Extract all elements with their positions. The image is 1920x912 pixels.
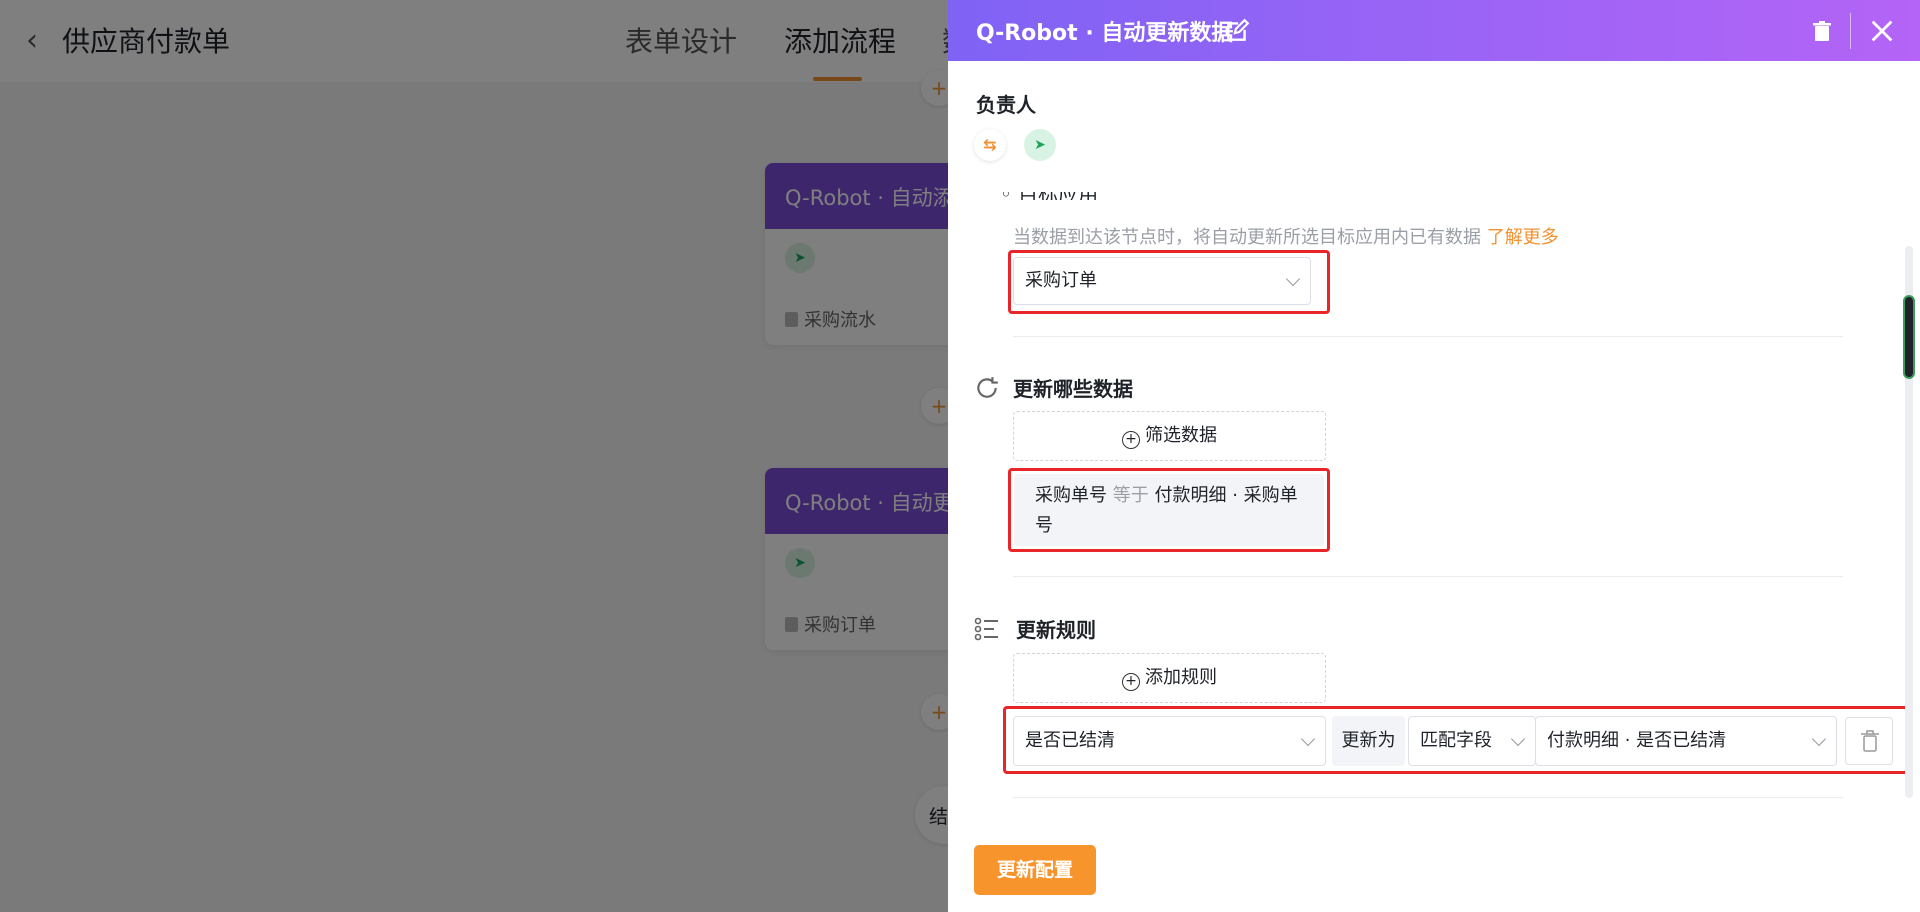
list-rules-icon bbox=[974, 617, 998, 641]
close-icon[interactable] bbox=[1868, 17, 1896, 45]
add-rule-button[interactable]: + 添加规则 bbox=[1013, 653, 1326, 703]
section-divider bbox=[1013, 797, 1843, 798]
filter-condition[interactable]: 采购单号 等于 付款明细 · 采购单号 bbox=[1014, 474, 1324, 546]
owner-label: 负责人 bbox=[976, 93, 1036, 117]
chevron-down-icon bbox=[1300, 731, 1316, 747]
rule-mode-select[interactable]: 匹配字段 bbox=[1408, 716, 1536, 766]
filter-operator: 等于 bbox=[1112, 485, 1149, 506]
clipped-section-title: ◦ 目标应用 bbox=[1000, 192, 1400, 200]
node-config-drawer: Q-Robot · 自动更新数据 负责人 ⇆ ➤ ◦ 目标应用 当数据到达该节点… bbox=[948, 0, 1920, 912]
chevron-down-icon bbox=[1285, 271, 1301, 287]
rule-source-value: 付款明细 · 是否已结清 bbox=[1547, 730, 1727, 751]
plus-circle-icon: + bbox=[1122, 431, 1140, 449]
paper-plane-icon: ➤ bbox=[1024, 129, 1056, 161]
filter-data-label: 筛选数据 bbox=[1145, 425, 1217, 446]
target-app-description-text: 当数据到达该节点时，将自动更新所选目标应用内已有数据 bbox=[1013, 227, 1481, 248]
trash-icon[interactable] bbox=[1810, 19, 1834, 43]
refresh-icon bbox=[977, 377, 998, 398]
rule-field-select[interactable]: 是否已结清 bbox=[1013, 716, 1326, 766]
delete-rule-button[interactable] bbox=[1845, 717, 1893, 765]
target-app-selected: 采购订单 bbox=[1025, 270, 1097, 291]
target-app-description: 当数据到达该节点时，将自动更新所选目标应用内已有数据 了解更多 bbox=[1013, 223, 1559, 249]
chevron-down-icon bbox=[1510, 731, 1526, 747]
update-rules-title: 更新规则 bbox=[1016, 618, 1096, 642]
drawer-title: Q-Robot · 自动更新数据 bbox=[976, 21, 1234, 46]
header-divider bbox=[1850, 13, 1851, 49]
rule-action-label: 更新为 bbox=[1332, 716, 1405, 766]
rule-mode-value: 匹配字段 bbox=[1420, 730, 1492, 751]
trash-icon bbox=[1861, 730, 1879, 752]
learn-more-link[interactable]: 了解更多 bbox=[1487, 227, 1559, 248]
section-divider bbox=[1013, 336, 1843, 337]
target-app-select[interactable]: 采购订单 bbox=[1013, 257, 1311, 305]
scrollbar-thumb[interactable] bbox=[1903, 295, 1915, 379]
chevron-down-icon bbox=[1811, 731, 1827, 747]
which-data-title: 更新哪些数据 bbox=[1013, 377, 1133, 401]
edit-icon[interactable] bbox=[1224, 18, 1250, 44]
drawer-body: 负责人 ⇆ ➤ ◦ 目标应用 当数据到达该节点时，将自动更新所选目标应用内已有数… bbox=[948, 61, 1920, 912]
drawer-header: Q-Robot · 自动更新数据 bbox=[948, 0, 1920, 61]
transfer-icon[interactable]: ⇆ bbox=[974, 129, 1006, 161]
rule-field-value: 是否已结清 bbox=[1025, 730, 1115, 751]
add-rule-label: 添加规则 bbox=[1145, 667, 1217, 688]
filter-data-button[interactable]: + 筛选数据 bbox=[1013, 411, 1326, 461]
rule-source-select[interactable]: 付款明细 · 是否已结清 bbox=[1535, 716, 1837, 766]
plus-circle-icon: + bbox=[1122, 673, 1140, 691]
filter-field: 采购单号 bbox=[1035, 485, 1107, 506]
save-config-button[interactable]: 更新配置 bbox=[974, 845, 1096, 895]
modal-overlay[interactable] bbox=[0, 0, 948, 912]
section-divider bbox=[1013, 576, 1843, 577]
